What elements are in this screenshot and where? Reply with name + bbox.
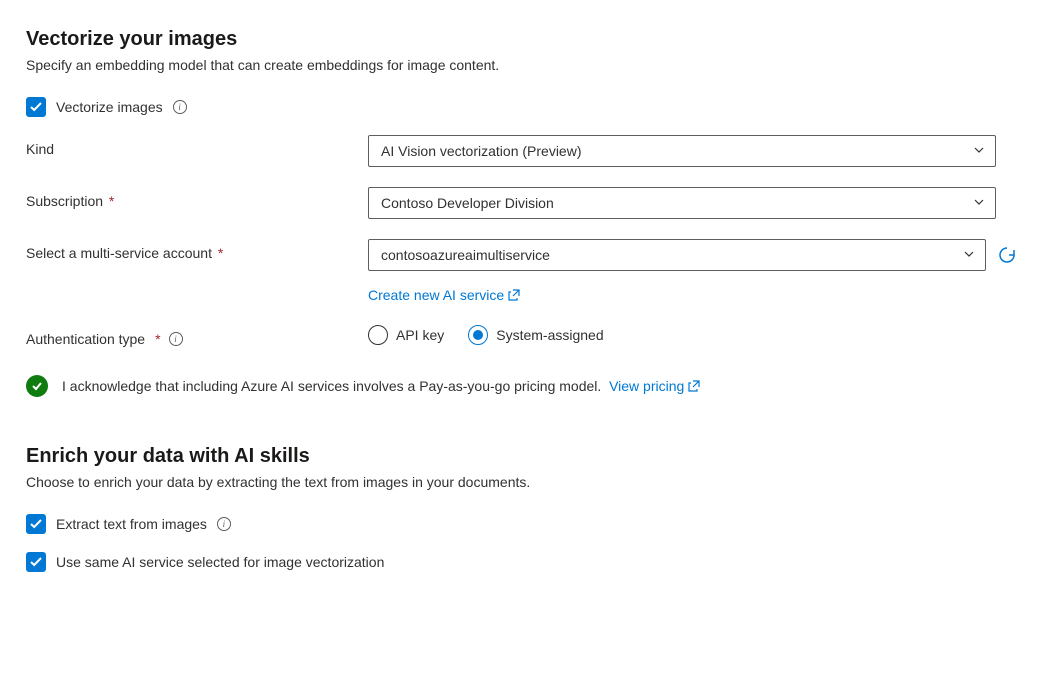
extract-text-checkbox[interactable] [26,514,46,534]
info-icon[interactable]: i [217,517,231,531]
section-title-vectorize: Vectorize your images [26,28,1018,51]
account-select[interactable]: contosoazureaimultiservice [368,239,986,271]
view-pricing-link[interactable]: View pricing [609,378,700,394]
account-select-value: contosoazureaimultiservice [381,247,550,263]
vectorize-images-checkbox[interactable] [26,97,46,117]
info-icon[interactable]: i [173,100,187,114]
extract-text-label: Extract text from images [56,516,207,532]
kind-select-value: AI Vision vectorization (Preview) [381,143,581,159]
section-subtitle-vectorize: Specify an embedding model that can crea… [26,57,1018,73]
info-icon[interactable]: i [169,332,183,346]
acknowledge-text: I acknowledge that including Azure AI se… [62,378,601,394]
account-label: Select a multi-service account * [26,239,368,261]
radio-icon [368,325,388,345]
radio-icon [468,325,488,345]
subscription-select[interactable]: Contoso Developer Division [368,187,996,219]
reuse-service-checkbox[interactable] [26,552,46,572]
refresh-button[interactable] [996,244,1018,266]
required-asterisk: * [155,331,160,347]
reuse-service-label: Use same AI service selected for image v… [56,554,384,570]
section-title-enrich: Enrich your data with AI skills [26,445,1018,468]
kind-label: Kind [26,135,368,157]
acknowledge-checkbox[interactable] [26,375,48,397]
auth-type-label: Authentication type* i [26,325,368,347]
subscription-select-value: Contoso Developer Division [381,195,554,211]
kind-select[interactable]: AI Vision vectorization (Preview) [368,135,996,167]
chevron-down-icon [973,143,985,159]
vectorize-images-label: Vectorize images [56,99,163,115]
subscription-label: Subscription * [26,187,368,209]
chevron-down-icon [963,247,975,263]
auth-radio-system-assigned[interactable]: System-assigned [468,325,603,345]
auth-radio-api-key[interactable]: API key [368,325,444,345]
chevron-down-icon [973,195,985,211]
external-link-icon [508,289,520,301]
required-asterisk: * [214,245,223,261]
required-asterisk: * [105,193,114,209]
section-subtitle-enrich: Choose to enrich your data by extracting… [26,474,1018,490]
external-link-icon [688,380,700,392]
create-ai-service-link[interactable]: Create new AI service [368,287,1018,303]
